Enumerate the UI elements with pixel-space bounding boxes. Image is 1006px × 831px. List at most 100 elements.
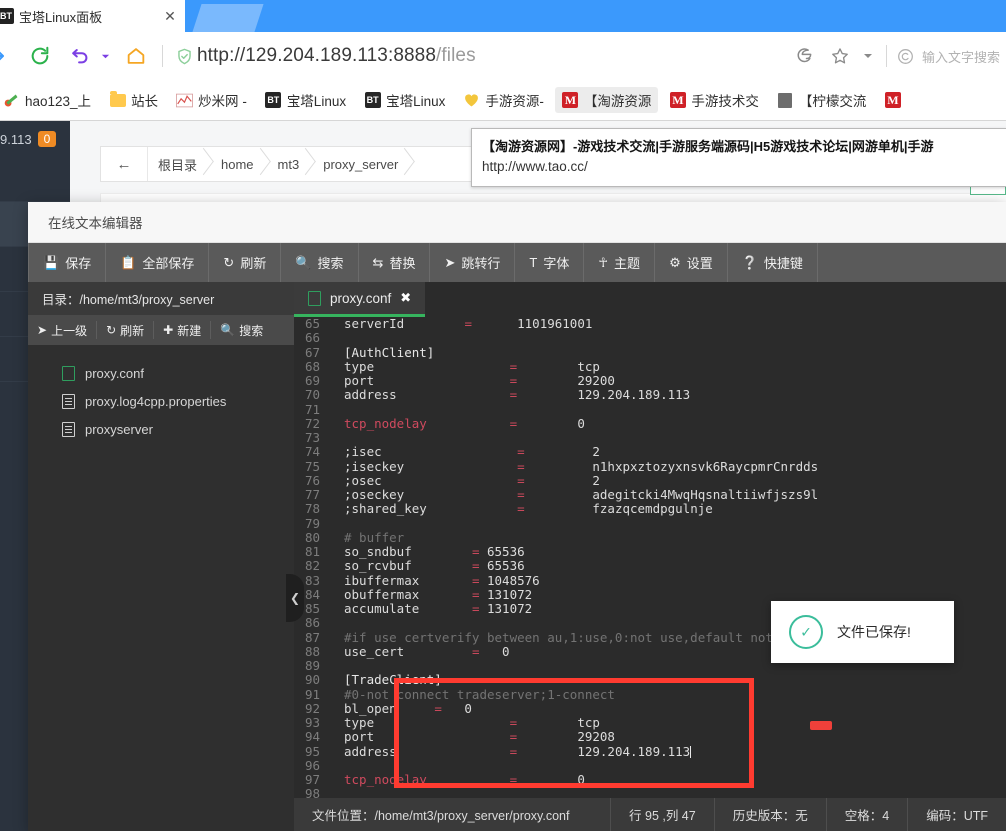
code-line: 79: [294, 517, 1006, 531]
code-line: 83ibuffermax = 1048576: [294, 574, 1006, 588]
close-icon[interactable]: ✕: [161, 7, 179, 25]
bt-sidebar-item[interactable]: [0, 157, 70, 202]
bookmark-chaomi[interactable]: 炒米网 -: [169, 87, 254, 113]
bookmark-bt-2[interactable]: BT 宝塔Linux: [357, 87, 452, 113]
conf-file-icon: [62, 366, 75, 381]
bookmark-star-icon[interactable]: [822, 38, 858, 74]
conf-file-icon: [308, 291, 321, 306]
code-text: [330, 403, 1006, 417]
reload-icon[interactable]: [22, 38, 58, 74]
search-placeholder: 输入文字搜索: [922, 47, 1000, 66]
settings-button[interactable]: ⚙ 设置: [655, 243, 728, 282]
line-number: 96: [294, 759, 330, 773]
file-name: proxyserver: [85, 422, 153, 437]
bookmark-zhanzhang[interactable]: 站长: [102, 87, 165, 113]
code-editor[interactable]: 65serverId = 11019610016667[AuthClient]6…: [294, 317, 1006, 798]
chevron-down-icon[interactable]: [858, 38, 878, 74]
refresh-button[interactable]: ↻ 刷新: [209, 243, 281, 282]
search-input[interactable]: 输入文字搜索: [895, 38, 1000, 74]
bookmark-label: hao123_上: [25, 90, 91, 110]
code-text: tcp_nodelay = 0: [330, 417, 1006, 431]
font-button[interactable]: T 字体: [515, 243, 584, 282]
new-file-button[interactable]: ✚ 新建: [154, 321, 211, 339]
line-number: 90: [294, 673, 330, 687]
bookmark-hao123[interactable]: hao123_上: [0, 87, 98, 113]
bookmark-label: 【淘游资源: [584, 90, 652, 110]
code-text: serverId = 1101961001: [330, 317, 1006, 331]
breadcrumb-item-home[interactable]: home: [211, 147, 268, 181]
forward-arrow-icon[interactable]: [0, 38, 16, 74]
refresh-icon: ↻: [106, 323, 116, 337]
back-arrow-icon[interactable]: ←: [101, 147, 148, 181]
breadcrumb-item-proxy-server[interactable]: proxy_server: [313, 147, 412, 181]
url-origin: http://129.204.189.113:8888: [197, 45, 436, 66]
file-refresh-label: 刷新: [120, 322, 144, 339]
code-line: 78;shared_key = fzazqcemdpgulnje: [294, 502, 1006, 516]
replace-button[interactable]: ⇆ 替换: [359, 243, 431, 282]
undo-icon[interactable]: [62, 38, 98, 74]
save-icon: 💾: [43, 255, 59, 271]
theme-button[interactable]: ☥ 主题: [584, 243, 655, 282]
url-bar[interactable]: http://129.204.189.113:8888/files: [171, 38, 786, 74]
browser-tab-title: 宝塔Linux面板: [19, 7, 161, 26]
tooltip-title: 【淘游资源网】-游戏技术交流|手游服务端源码|H5游戏技术论坛|网游单机|手游: [482, 136, 996, 155]
line-number: 87: [294, 631, 330, 645]
file-search-button[interactable]: 🔍 搜索: [211, 321, 272, 339]
code-text: [330, 787, 1006, 798]
shortcuts-button[interactable]: ❔ 快捷键: [728, 243, 818, 282]
save-all-button[interactable]: 📋 全部保存: [106, 243, 209, 282]
file-refresh-button[interactable]: ↻ 刷新: [97, 321, 154, 339]
panel-collapse-button[interactable]: ❮: [286, 574, 304, 622]
status-history-version[interactable]: 历史版本：无: [715, 798, 826, 831]
file-search-label: 搜索: [239, 322, 263, 339]
file-list-item-proxyserver[interactable]: proxyserver: [28, 415, 294, 443]
chevron-left-icon: ❮: [290, 591, 300, 605]
file-name: proxy.log4cpp.properties: [85, 394, 226, 409]
new-tab-button[interactable]: [192, 4, 263, 32]
code-text: port = 29200: [330, 374, 1006, 388]
edge-icon[interactable]: [786, 38, 822, 74]
close-icon[interactable]: ✖: [400, 290, 411, 306]
browser-tab[interactable]: BT 宝塔Linux面板 ✕: [0, 0, 185, 32]
bookmark-overflow[interactable]: M: [877, 87, 913, 113]
heart-icon: [463, 92, 480, 109]
sogou-search-icon: [895, 38, 917, 74]
save-button[interactable]: 💾 保存: [28, 243, 106, 282]
line-number: 91: [294, 688, 330, 702]
status-indent[interactable]: 空格：4: [827, 798, 907, 831]
divider: [886, 45, 887, 67]
bookmark-shouyou-jishu[interactable]: M 手游技术交: [662, 87, 766, 113]
code-text: [TradeClient]: [330, 673, 1006, 687]
goto-line-button[interactable]: ➤ 跳转行: [430, 243, 515, 282]
up-level-icon: ➤: [37, 323, 47, 337]
bookmark-shouyou-ziyuan[interactable]: 手游资源-: [456, 87, 551, 113]
status-encoding[interactable]: 编码：UTF: [908, 798, 1006, 831]
code-line: 71: [294, 403, 1006, 417]
breadcrumb-item-mt3[interactable]: mt3: [268, 147, 314, 181]
line-number: 74: [294, 445, 330, 459]
file-list-item-proxy-conf[interactable]: proxy.conf: [28, 359, 294, 387]
editor-tab-proxy-conf[interactable]: proxy.conf ✖: [294, 282, 425, 317]
code-text: address = 129.204.189.113: [330, 745, 1006, 759]
breadcrumb-item-root[interactable]: 根目录: [148, 147, 211, 181]
code-line: 75;iseckey = n1hxpxztozyxnsvk6RaycpmrCnr…: [294, 460, 1006, 474]
code-line: 95address = 129.204.189.113: [294, 745, 1006, 759]
search-button[interactable]: 🔍 搜索: [281, 243, 358, 282]
chevron-down-icon[interactable]: [98, 38, 112, 74]
line-number: 69: [294, 374, 330, 388]
replace-label: 替换: [389, 253, 415, 272]
code-line: 84obuffermax = 131072: [294, 588, 1006, 602]
file-list-item-log4cpp[interactable]: proxy.log4cpp.properties: [28, 387, 294, 415]
line-number: 68: [294, 360, 330, 374]
bookmark-taoyou-ziyuan[interactable]: M 【淘游资源: [555, 87, 659, 113]
bt-sidebar-ip: 9.113: [0, 132, 32, 147]
code-text: [330, 331, 1006, 345]
chart-icon: [176, 92, 193, 109]
home-icon[interactable]: [118, 38, 154, 74]
help-icon: ❔: [742, 255, 758, 271]
bookmark-ningmeng[interactable]: 【柠檬交流: [770, 87, 874, 113]
code-line: 65serverId = 1101961001: [294, 317, 1006, 331]
up-level-button[interactable]: ➤ 上一级: [28, 321, 97, 339]
bt-sidebar-badge: 0: [38, 131, 57, 147]
bookmark-bt-1[interactable]: BT 宝塔Linux: [258, 87, 353, 113]
